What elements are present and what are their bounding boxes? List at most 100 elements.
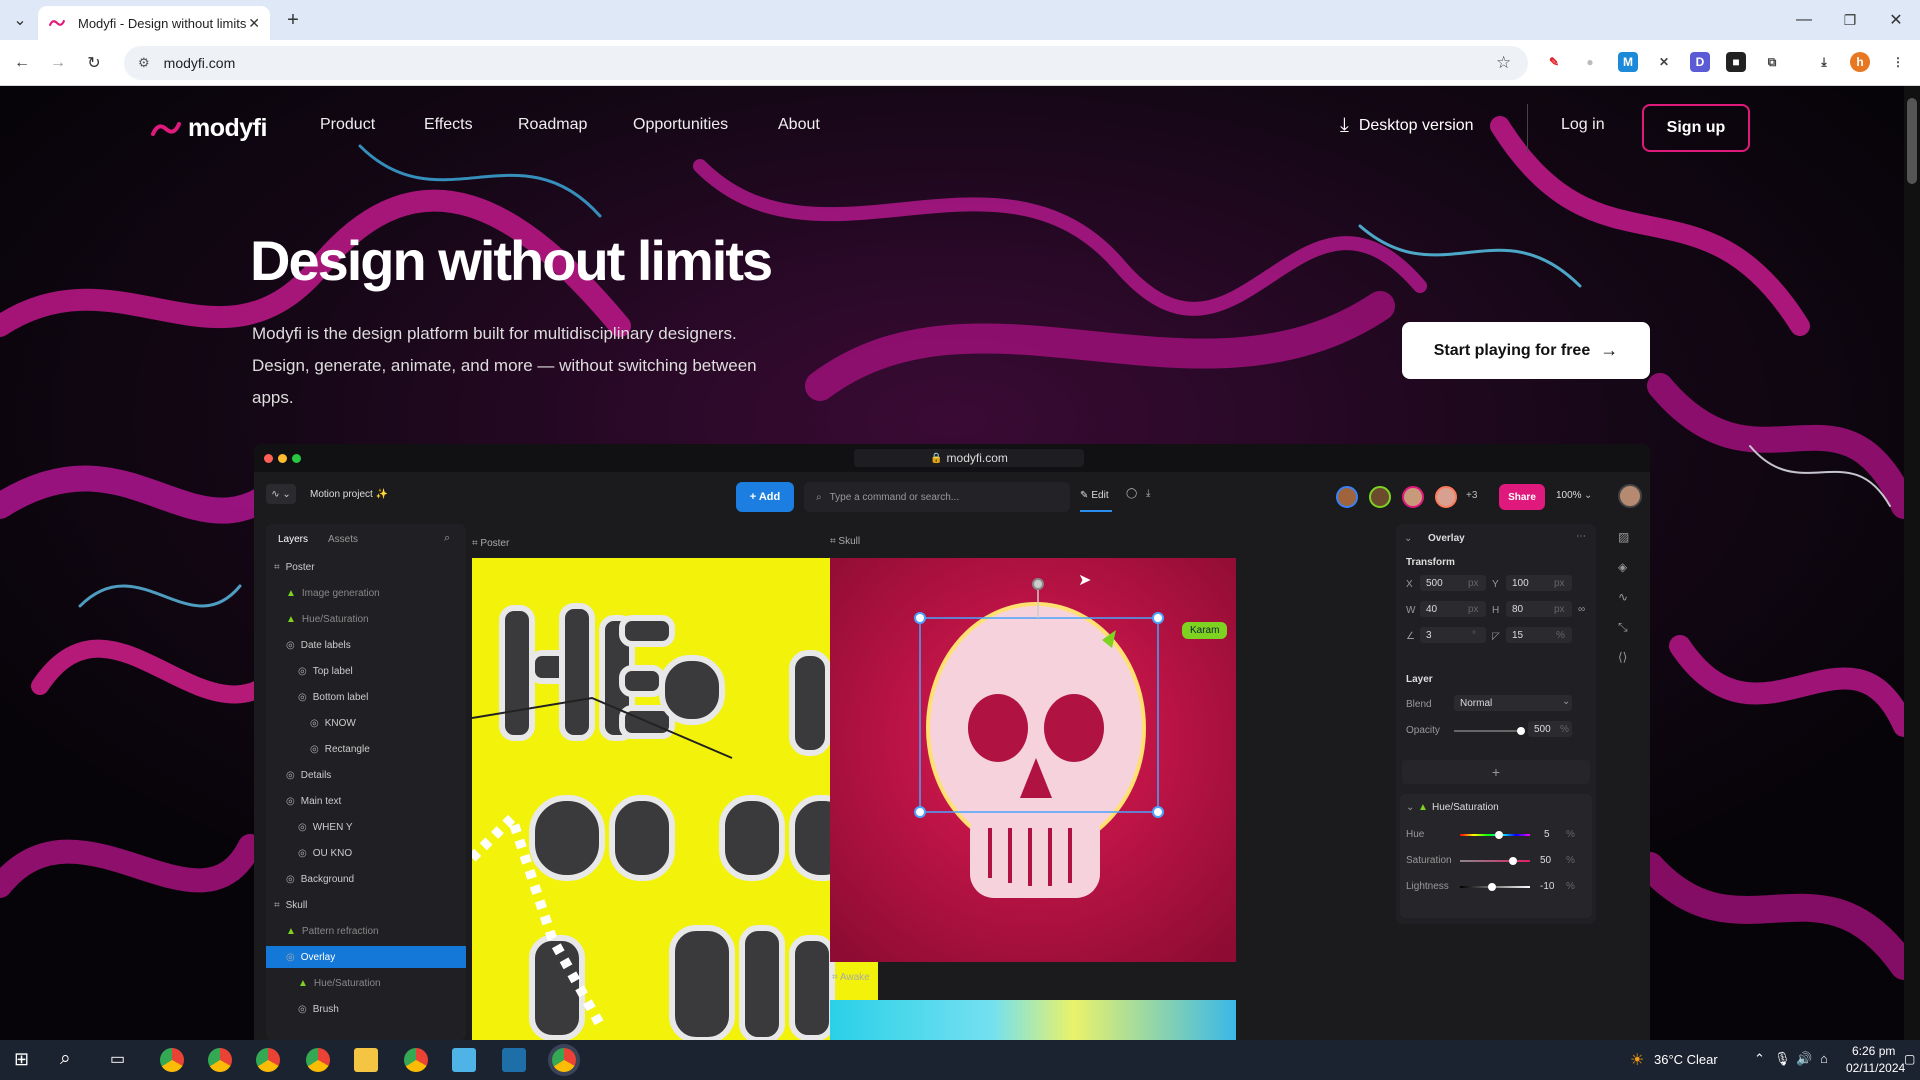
collaborator-avatar[interactable]: [1369, 486, 1391, 508]
shape-tool-icon[interactable]: ◈: [1618, 560, 1627, 574]
collapse-icon[interactable]: ⌄: [1406, 802, 1414, 813]
nav-link-roadmap[interactable]: Roadmap: [518, 116, 587, 134]
tray-expand-icon[interactable]: ⌃: [1754, 1051, 1765, 1067]
back-icon[interactable]: ←: [10, 52, 34, 74]
ghost-extension-icon[interactable]: ●: [1580, 52, 1600, 72]
start-playing-button[interactable]: Start playing for free →: [1402, 322, 1650, 379]
collaborator-avatar[interactable]: [1336, 486, 1358, 508]
windows-start-icon[interactable]: ⊞: [14, 1049, 29, 1070]
export-icon[interactable]: ⤓: [1146, 488, 1150, 499]
zoom-level[interactable]: 100%: [1556, 490, 1582, 501]
poster-frame-artwork[interactable]: [472, 558, 878, 1040]
collaborator-avatar[interactable]: [1402, 486, 1424, 508]
layer-row[interactable]: ▲ Image generation: [266, 582, 466, 604]
browser-menu-icon[interactable]: ⋮: [1888, 52, 1908, 72]
chrome-taskbar-icon[interactable]: [208, 1048, 232, 1072]
layer-row[interactable]: ◎ Top label: [266, 660, 466, 682]
extensions-puzzle-icon[interactable]: ⧉: [1762, 52, 1782, 72]
tab-search-icon[interactable]: ⌄: [8, 10, 32, 30]
modyfi-logo[interactable]: modyfi: [150, 114, 267, 143]
code-tool-icon[interactable]: ⟨⟩: [1618, 650, 1627, 664]
layer-row[interactable]: ◎ Date labels: [266, 634, 466, 656]
nav-link-product[interactable]: Product: [320, 116, 375, 134]
nav-link-effects[interactable]: Effects: [424, 116, 473, 134]
microphone-icon[interactable]: 🎙: [1774, 1051, 1791, 1067]
layer-row[interactable]: ◎ Main text: [266, 790, 466, 812]
notepad-icon[interactable]: [452, 1048, 476, 1072]
collaborator-avatar[interactable]: [1435, 486, 1457, 508]
layer-row[interactable]: ◎ WHEN Y: [266, 816, 466, 838]
tools-extension-icon[interactable]: ✕: [1654, 52, 1674, 72]
signup-button[interactable]: Sign up: [1642, 104, 1750, 152]
downloads-icon[interactable]: ⤓: [1814, 52, 1834, 72]
taskbar-search-icon[interactable]: ⌕: [60, 1048, 71, 1070]
layer-row[interactable]: ⌗ Poster: [266, 556, 466, 578]
skull-frame-artwork[interactable]: [830, 558, 1236, 962]
extra-collaborators-count[interactable]: +3: [1466, 490, 1477, 501]
nav-link-opportunities[interactable]: Opportunities: [633, 116, 728, 134]
layer-row[interactable]: ▲ Pattern refraction: [266, 920, 466, 942]
project-name[interactable]: Motion project ✨: [310, 489, 388, 500]
pen-extension-icon[interactable]: ✎: [1544, 52, 1564, 72]
chevron-down-icon[interactable]: ⌄: [1584, 490, 1592, 501]
page-scrollbar-thumb[interactable]: [1907, 98, 1917, 184]
add-effect-button[interactable]: +: [1402, 760, 1590, 784]
m-extension-icon[interactable]: M: [1618, 52, 1638, 72]
layer-row[interactable]: ◎ OU KNO: [266, 842, 466, 864]
profile-avatar[interactable]: h: [1850, 52, 1870, 72]
transform-tool-icon[interactable]: ⤡: [1618, 620, 1628, 635]
layer-row[interactable]: ◎ KNOW: [266, 712, 466, 734]
layer-row[interactable]: ◎ Rectangle: [266, 738, 466, 760]
close-tab-icon[interactable]: ✕: [248, 15, 260, 32]
chrome-taskbar-icon[interactable]: [306, 1048, 330, 1072]
notifications-icon[interactable]: ▢: [1904, 1052, 1915, 1066]
minimize-icon[interactable]: —: [1792, 9, 1816, 31]
opacity-slider-knob[interactable]: [1516, 727, 1525, 735]
saturation-slider-knob[interactable]: [1508, 857, 1517, 865]
restore-icon[interactable]: ❐: [1838, 9, 1862, 31]
login-link[interactable]: Log in: [1561, 116, 1605, 134]
chrome-taskbar-icon[interactable]: [160, 1048, 184, 1072]
layer-row[interactable]: ▲ Hue/Saturation: [266, 608, 466, 630]
forward-icon[interactable]: →: [46, 52, 70, 74]
saturation-slider[interactable]: [1460, 860, 1530, 862]
chrome-taskbar-icon-active[interactable]: [552, 1048, 576, 1072]
layer-row[interactable]: ▲ Hue/Saturation: [266, 972, 466, 994]
page-scrollbar[interactable]: [1904, 86, 1920, 1040]
layer-row[interactable]: ◎ Overlay: [266, 946, 466, 968]
chrome-taskbar-icon[interactable]: [404, 1048, 428, 1072]
opacity-slider[interactable]: [1454, 730, 1524, 732]
awake-frame-artwork[interactable]: [830, 1000, 1236, 1040]
volume-icon[interactable]: 🔊: [1796, 1051, 1812, 1067]
weather-text[interactable]: 36°C Clear: [1654, 1052, 1718, 1067]
file-explorer-icon[interactable]: [354, 1048, 378, 1072]
hue-slider-knob[interactable]: [1494, 831, 1503, 839]
layer-row[interactable]: ◎ Details: [266, 764, 466, 786]
more-options-icon[interactable]: ⋯: [1576, 531, 1586, 542]
tab-layers[interactable]: Layers: [278, 534, 308, 545]
d-extension-icon[interactable]: D: [1690, 52, 1710, 72]
layer-row[interactable]: ◎ Bottom label: [266, 686, 466, 708]
user-avatar[interactable]: [1618, 484, 1642, 508]
clock-date[interactable]: 02/11/2024: [1846, 1061, 1905, 1075]
close-window-icon[interactable]: ✕: [1884, 9, 1908, 31]
image-tool-icon[interactable]: ▨: [1618, 530, 1629, 544]
share-button[interactable]: Share: [1499, 484, 1545, 510]
reload-icon[interactable]: ↻: [82, 52, 106, 74]
weather-icon[interactable]: ☀: [1630, 1050, 1644, 1070]
network-icon[interactable]: ⌂: [1820, 1051, 1828, 1066]
site-info-icon[interactable]: ⚙: [138, 55, 150, 71]
tab-assets[interactable]: Assets: [328, 534, 358, 545]
chrome-taskbar-icon[interactable]: [256, 1048, 280, 1072]
add-button[interactable]: + Add: [736, 482, 794, 512]
new-tab-icon[interactable]: +: [282, 9, 304, 31]
edit-mode-button[interactable]: ✎ Edit: [1080, 490, 1109, 501]
curve-tool-icon[interactable]: ∿: [1618, 590, 1628, 604]
bookmark-star-icon[interactable]: ☆: [1496, 53, 1511, 73]
app-menu-icon[interactable]: ∿ ⌄: [266, 484, 296, 504]
browser-tab[interactable]: Modyfi - Design without limits ✕: [38, 6, 270, 40]
dark-extension-icon[interactable]: ■: [1726, 52, 1746, 72]
command-search-input[interactable]: ⌕ Type a command or search...: [804, 482, 1070, 512]
app-taskbar-icon[interactable]: [502, 1048, 526, 1072]
layer-row[interactable]: ◎ Brush: [266, 998, 466, 1020]
